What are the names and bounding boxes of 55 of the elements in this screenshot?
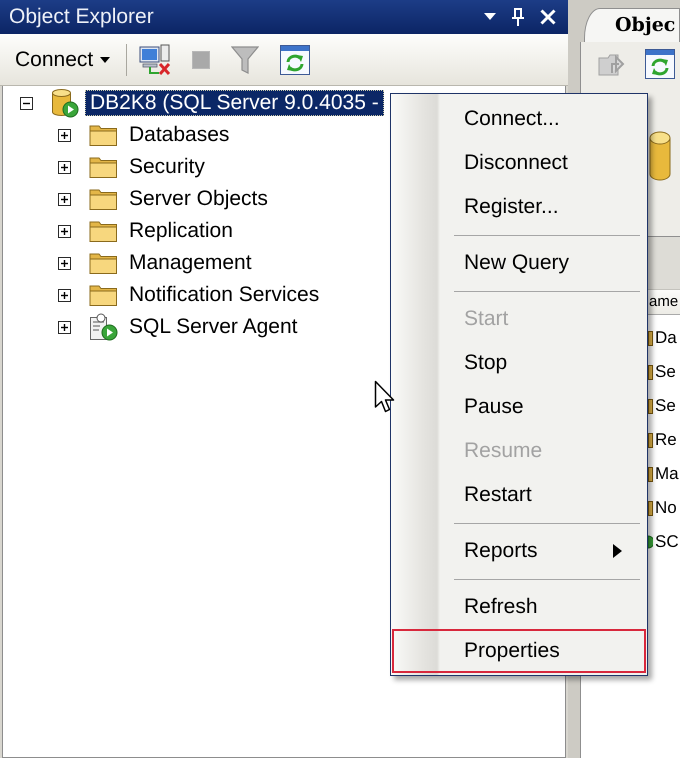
expand-icon[interactable] <box>58 288 71 302</box>
tree-item[interactable]: SQL Server Agent <box>124 314 302 340</box>
document-play-icon <box>89 313 118 341</box>
tree-item[interactable]: Notification Services <box>124 282 324 308</box>
pin-icon[interactable] <box>511 8 525 26</box>
connect-button[interactable]: Connect <box>11 42 114 78</box>
collapse-icon[interactable] <box>20 96 33 110</box>
expand-icon[interactable] <box>58 256 71 270</box>
menu-item[interactable]: Properties <box>392 629 646 673</box>
expand-icon[interactable] <box>58 192 71 206</box>
menu-item[interactable]: Connect... <box>392 97 646 141</box>
menu-item[interactable]: Register... <box>392 185 646 229</box>
tree-item[interactable]: Management <box>124 250 257 276</box>
refresh-icon[interactable] <box>645 49 675 79</box>
caret-icon <box>100 56 110 62</box>
menu-item[interactable]: Stop <box>392 341 646 385</box>
expand-icon[interactable] <box>58 224 71 238</box>
menu-item[interactable]: Pause <box>392 385 646 429</box>
expand-icon[interactable] <box>58 128 71 142</box>
folder-icon <box>89 251 118 275</box>
menu-item[interactable]: Restart <box>392 473 646 517</box>
refresh-icon[interactable] <box>280 44 310 74</box>
tree-item[interactable]: Security <box>124 154 210 180</box>
folder-icon <box>89 219 118 243</box>
folder-icon <box>89 123 118 147</box>
expand-icon[interactable] <box>58 160 71 174</box>
menu-item[interactable]: Disconnect <box>392 141 646 185</box>
panel-title: Object Explorer <box>9 5 155 29</box>
expand-icon[interactable] <box>58 320 71 334</box>
folder-icon <box>89 283 118 307</box>
tree-item[interactable]: DB2K8 (SQL Server 9.0.4035 - <box>85 90 384 116</box>
column-header[interactable]: ame <box>649 290 678 314</box>
folder-icon <box>648 330 653 346</box>
dropdown-icon[interactable] <box>484 13 496 21</box>
list-item[interactable]: Ma <box>655 464 679 484</box>
folder-icon <box>648 364 653 380</box>
list-item[interactable]: Se <box>655 396 676 416</box>
folder-icon <box>648 398 653 414</box>
folder-icon <box>89 187 118 211</box>
folder-icon <box>89 155 118 179</box>
list-item[interactable]: Se <box>655 362 676 382</box>
folder-icon <box>648 432 653 448</box>
tree-item[interactable]: Server Objects <box>124 186 273 212</box>
list-item[interactable]: Re <box>655 430 677 450</box>
close-icon[interactable] <box>540 9 556 25</box>
tab[interactable]: Objec <box>584 8 680 42</box>
database-icon <box>649 130 671 182</box>
folder-icon <box>648 466 653 482</box>
folder-icon <box>648 500 653 516</box>
tree-item[interactable]: Databases <box>124 122 234 148</box>
tree-item[interactable]: Replication <box>124 218 238 244</box>
list-item[interactable]: SC <box>655 532 679 552</box>
list-item[interactable]: Da <box>655 328 677 348</box>
list-item[interactable]: No <box>655 498 677 518</box>
computer-x-icon[interactable] <box>139 44 172 76</box>
